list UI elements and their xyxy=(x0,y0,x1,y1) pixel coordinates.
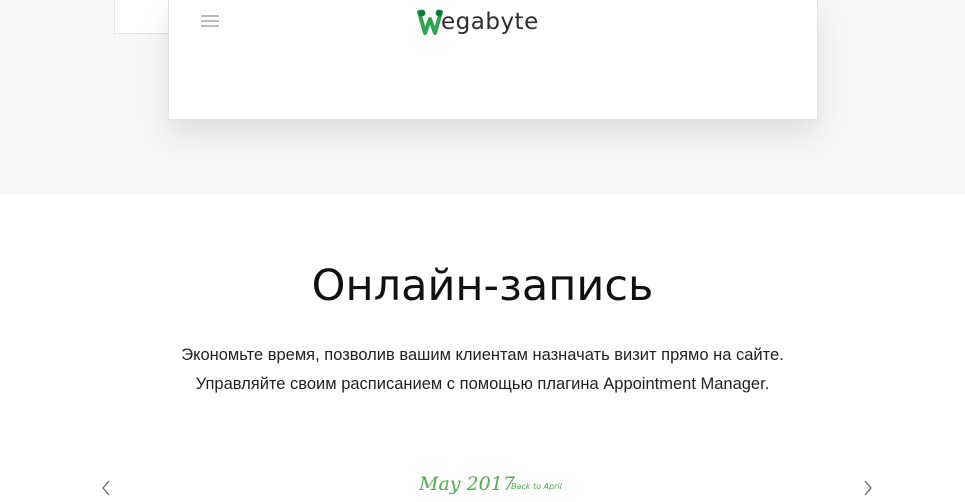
hero-band: egabyte xyxy=(0,0,965,195)
hamburger-menu-icon[interactable] xyxy=(201,15,219,27)
chevron-right-icon[interactable] xyxy=(861,478,875,498)
background-card xyxy=(114,0,174,34)
logo-text: egabyte xyxy=(441,9,539,35)
chevron-left-icon[interactable] xyxy=(99,478,113,498)
section-title: Онлайн-запись xyxy=(311,261,654,311)
section-description-line-2: Управляйте своим расписанием с помощью п… xyxy=(195,375,770,393)
calendar-back-link[interactable]: Back to April xyxy=(511,481,562,493)
site-preview-frame: egabyte xyxy=(168,0,818,120)
calendar-month-label: May 2017 xyxy=(419,473,515,495)
logo-w-icon xyxy=(417,9,443,35)
section-description-line-1: Экономьте время, позволив вашим клиентам… xyxy=(181,346,784,364)
logo[interactable]: egabyte xyxy=(417,5,539,39)
